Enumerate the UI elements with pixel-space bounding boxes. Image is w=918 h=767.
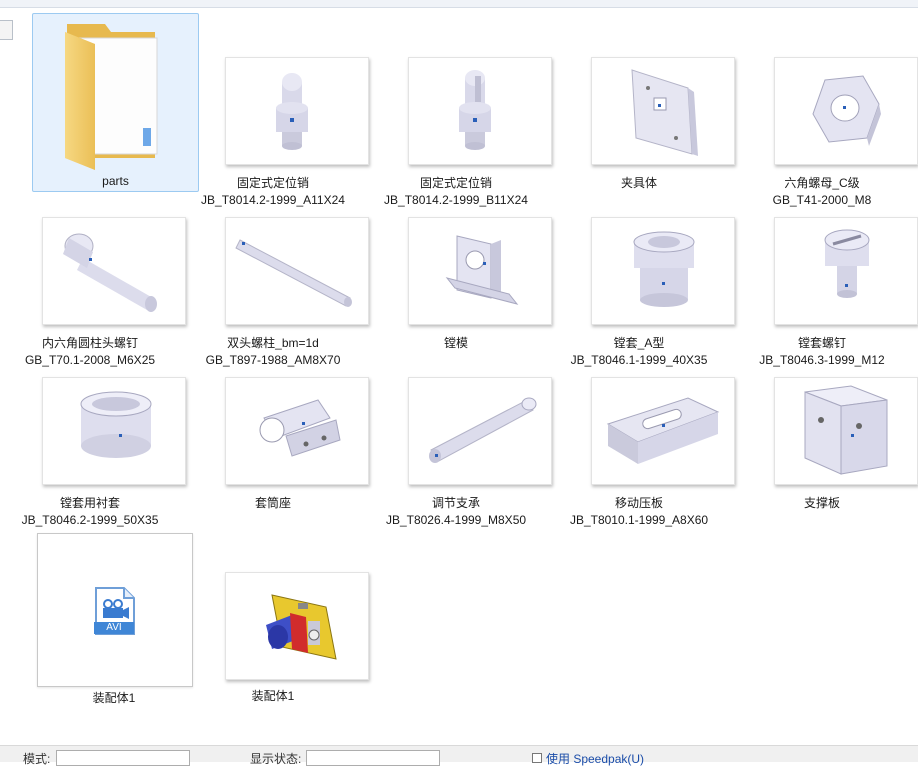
file-item[interactable]: 六角螺母_C级 GB_T41-2000_M8 — [732, 17, 918, 207]
assembly-file-name: 装配体1 — [251, 689, 295, 703]
display-state-select[interactable] — [306, 750, 440, 766]
fixture-body-icon — [591, 57, 735, 165]
avi-file-name: 装配体1 — [92, 691, 136, 705]
mode-label: 模式: — [23, 752, 51, 766]
file-grid: parts 固定式定位销 JB_T8014.2-1999_A11X24 固定式定… — [0, 0, 918, 745]
folder-parts[interactable]: parts — [32, 13, 199, 192]
liner-bushing-icon — [42, 377, 186, 485]
avi-video-file-icon: AVI — [94, 586, 136, 636]
moving-clamp-plate-icon — [591, 377, 735, 485]
file-item[interactable]: 固定式定位销 JB_T8014.2-1999_B11X24 — [366, 17, 552, 207]
file-item[interactable]: 装配体1 — [183, 532, 369, 703]
file-item[interactable]: 双头螺柱_bm=1d GB_T897-1988_AM8X70 — [183, 177, 369, 367]
file-item[interactable]: 镗模 — [366, 177, 552, 350]
boring-bushing-a-icon — [591, 217, 735, 325]
file-name-line2: JB_T8010.1-1999_A8X60 — [569, 513, 709, 527]
support-plate-icon — [774, 377, 918, 485]
folder-icon — [47, 18, 187, 170]
file-name-line1: 移动压板 — [614, 496, 663, 510]
avi-file-item[interactable]: AVI 装配体1 — [37, 533, 193, 705]
locating-pin-a-icon — [225, 57, 369, 165]
file-item[interactable]: 套筒座 — [183, 337, 369, 510]
file-item[interactable]: 支撑板 — [732, 337, 918, 510]
speedpak-label[interactable]: 使用 Speedpak(U) — [546, 750, 644, 767]
file-item[interactable]: 镗套用衬套 JB_T8046.2-1999_50X35 — [0, 337, 186, 527]
sleeve-seat-icon — [225, 377, 369, 485]
file-name-line1: 调节支承 — [431, 496, 480, 510]
locating-pin-b-icon — [408, 57, 552, 165]
file-name-line1: 支撑板 — [803, 496, 840, 510]
status-bar: 模式: 显示状态: 使用 Speedpak(U) — [0, 745, 918, 766]
file-item[interactable]: 内六角圆柱头螺钉 GB_T70.1-2008_M6X25 — [0, 177, 186, 367]
file-item[interactable]: 夹具体 — [549, 17, 735, 190]
mode-select[interactable] — [56, 750, 190, 766]
file-name-line2: JB_T8026.4-1999_M8X50 — [385, 513, 527, 527]
file-item[interactable]: 移动压板 JB_T8010.1-1999_A8X60 — [549, 337, 735, 527]
file-name-line2: JB_T8046.2-1999_50X35 — [21, 513, 159, 527]
adjustable-support-icon — [408, 377, 552, 485]
hex-nut-icon — [774, 57, 918, 165]
file-item[interactable]: 镗套螺钉 JB_T8046.3-1999_M12 — [732, 177, 918, 367]
file-item[interactable]: 固定式定位销 JB_T8014.2-1999_A11X24 — [183, 17, 369, 207]
file-name-line1: 套筒座 — [254, 496, 291, 510]
assembly-icon — [225, 572, 369, 680]
file-item[interactable]: 调节支承 JB_T8026.4-1999_M8X50 — [366, 337, 552, 527]
double-end-stud-icon — [225, 217, 369, 325]
bushing-screw-icon — [774, 217, 918, 325]
socket-head-screw-icon — [42, 217, 186, 325]
avi-badge: AVI — [106, 622, 122, 633]
file-name-line1: 镗套用衬套 — [59, 496, 120, 510]
boring-jig-icon — [408, 217, 552, 325]
speedpak-checkbox[interactable] — [532, 753, 542, 763]
file-item[interactable]: 镗套_A型 JB_T8046.1-1999_40X35 — [549, 177, 735, 367]
display-state-label: 显示状态: — [250, 752, 302, 766]
